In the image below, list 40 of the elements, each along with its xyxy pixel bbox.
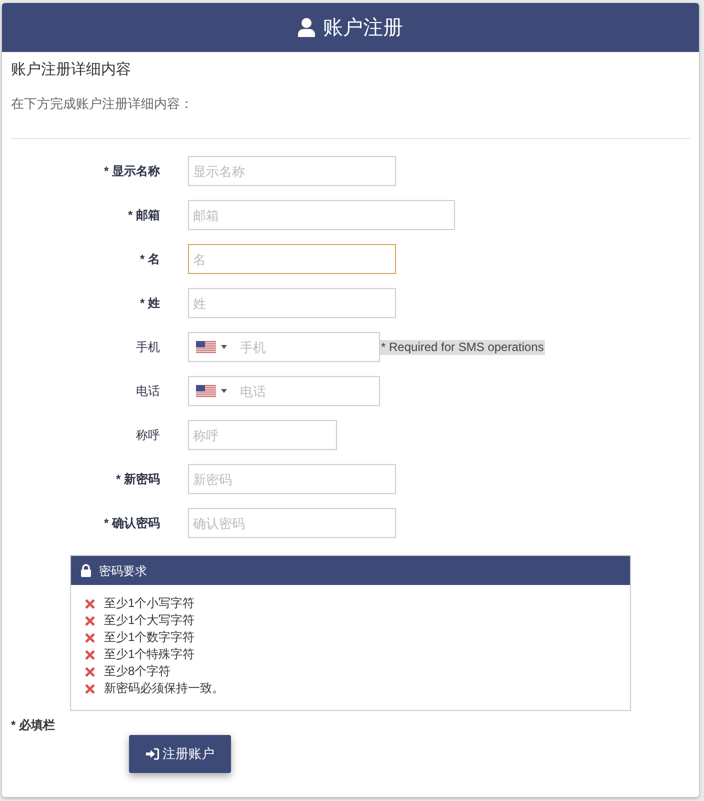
field-label: 电话 — [136, 383, 160, 400]
section-heading: 账户注册详细内容 — [11, 60, 131, 80]
phone-input-group[interactable]: 手机 — [188, 332, 380, 362]
phone-input-group[interactable]: 电话 — [188, 376, 380, 406]
field-label: * 显示名称 — [104, 163, 160, 180]
lock-icon — [81, 564, 91, 577]
field-label: * 名 — [140, 251, 160, 268]
sms-note: * Required for SMS operations — [380, 340, 545, 354]
phone-field[interactable]: 手机 — [238, 336, 379, 358]
requirement-text: 新密码必须保持一致。 — [104, 680, 224, 697]
flag-icon — [196, 385, 216, 397]
requirement-text: 至少1个大写字符 — [104, 612, 195, 629]
field-label: * 新密码 — [116, 471, 160, 488]
section-intro: 在下方完成账户注册详细内容： — [11, 95, 193, 113]
requirement-text: 至少8个字符 — [104, 663, 171, 680]
field-label: 手机 — [136, 339, 160, 356]
required-note: * 必填栏 — [11, 717, 56, 733]
user-icon — [298, 18, 315, 37]
requirement-text: 至少1个数字字符 — [104, 629, 195, 646]
panel-title: 密码要求 — [99, 562, 147, 580]
password-field[interactable]: 新密码 — [188, 464, 396, 494]
field-label: * 邮箱 — [128, 207, 160, 224]
sign-in-icon — [146, 748, 158, 760]
caret-icon — [221, 389, 227, 393]
requirement-text: 至少1个特殊字符 — [104, 646, 195, 663]
field-label: * 姓 — [140, 295, 160, 312]
register-button[interactable]: 注册账户 — [129, 735, 231, 773]
page-title: 账户注册 — [323, 16, 403, 40]
text-field[interactable]: 称呼 — [188, 420, 337, 450]
field-label: * 确认密码 — [104, 515, 160, 532]
password-field[interactable]: 确认密码 — [188, 508, 396, 538]
field-label: 称呼 — [136, 427, 160, 444]
phone-field[interactable]: 电话 — [238, 380, 379, 402]
requirement-text: 至少1个小写字符 — [104, 595, 195, 612]
flag-icon — [196, 341, 216, 353]
text-field[interactable]: 名 — [188, 244, 396, 274]
text-field[interactable]: 姓 — [188, 288, 396, 318]
email-field[interactable]: 邮箱 — [188, 200, 455, 230]
text-field[interactable]: 显示名称 — [188, 156, 396, 186]
caret-icon — [221, 345, 227, 349]
